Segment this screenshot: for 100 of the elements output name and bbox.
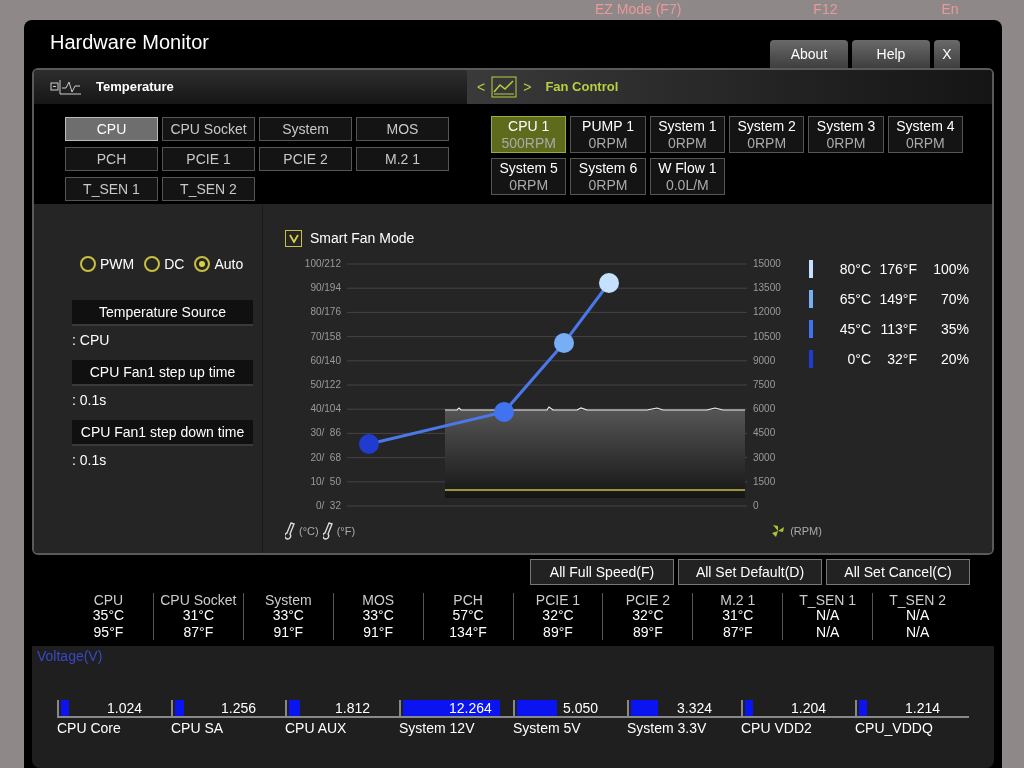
next-arrow[interactable]: >: [523, 77, 532, 97]
radio-label: DC: [164, 255, 185, 274]
check-icon: [288, 233, 299, 243]
voltage-value: 1.204: [791, 700, 827, 716]
fan-tab[interactable]: System 4 0RPM: [887, 116, 963, 153]
celsius-reading: 32°C: [542, 608, 574, 623]
axis-label: 9000: [753, 354, 777, 367]
axis-label: 70/158: [309, 330, 341, 343]
axis-label: 80/176: [309, 306, 341, 319]
fan-tab[interactable]: W Flow 1 0.0L/M: [649, 158, 725, 195]
legend-duty: 100%: [932, 260, 969, 279]
axis-label: 90/194: [309, 282, 341, 295]
sensor-name: T_SEN 1: [799, 593, 857, 608]
rail-name: CPU Core: [57, 719, 122, 738]
checkbox-label: Smart Fan Mode: [310, 229, 415, 248]
action-button[interactable]: All Full Speed(F): [530, 559, 674, 585]
sensor-name: PCIE 2: [625, 593, 671, 608]
axis-label: 13500: [753, 282, 782, 295]
fan-tab[interactable]: PUMP 1 0RPM: [570, 116, 646, 153]
sensor-tab[interactable]: T_SEN 1: [65, 177, 158, 201]
section-title[interactable]: Temperature: [96, 77, 174, 97]
section-title[interactable]: Fan Control: [545, 77, 619, 97]
celsius-reading: N/A: [905, 608, 930, 623]
close-button[interactable]: X: [934, 40, 960, 68]
setting-value: : 0.1s: [72, 451, 108, 470]
setting-button[interactable]: CPU Fan1 step down time: [72, 420, 253, 446]
sensor-name: CPU: [93, 593, 124, 608]
setting-value: : CPU: [72, 331, 111, 350]
voltage-title: Voltage(V): [37, 647, 104, 666]
sensor-name: System: [264, 593, 312, 608]
sensor-tab[interactable]: M.2 1: [356, 147, 449, 171]
curve-point[interactable]: [554, 333, 574, 353]
setting-button[interactable]: CPU Fan1 step up time: [72, 360, 253, 386]
voltage-value: 1.024: [107, 700, 143, 716]
fahrenheit-reading: N/A: [816, 625, 840, 640]
setting-button[interactable]: Temperature Source: [72, 300, 253, 326]
voltage-value: 1.214: [905, 700, 941, 716]
celsius-reading: 31°C: [722, 608, 754, 623]
sensor-tab[interactable]: PCH: [65, 147, 158, 171]
fahrenheit-reading: 95°F: [93, 625, 124, 640]
radio-button[interactable]: [194, 256, 211, 272]
fahrenheit-reading: 134°F: [449, 625, 487, 640]
axis-label: 7500: [753, 378, 777, 391]
setting-value: : 0.1s: [72, 391, 108, 410]
smart-fan-checkbox[interactable]: [285, 229, 302, 247]
axis-label: 10500: [753, 330, 782, 343]
sensor-name: MOS: [362, 593, 395, 608]
sensor-tab[interactable]: CPU: [65, 117, 158, 141]
rail-name: CPU VDD2: [741, 719, 813, 738]
fan-tab[interactable]: System 1 0RPM: [649, 116, 725, 153]
sensor-tab[interactable]: PCIE 1: [162, 147, 255, 171]
header-tab[interactable]: About: [770, 40, 848, 68]
sensor-tab[interactable]: MOS: [356, 117, 449, 141]
voltage-value: 3.324: [677, 700, 713, 716]
axis-label: 1500: [753, 475, 777, 488]
axis-label: 3000: [753, 451, 777, 464]
fahrenheit-reading: N/A: [905, 625, 930, 640]
legend-duty: 35%: [939, 320, 969, 339]
axis-label: 20/ 68: [309, 451, 341, 464]
thermometer-icon: [322, 522, 335, 540]
radio-label: Auto: [214, 255, 244, 274]
action-button[interactable]: All Set Cancel(C): [826, 559, 970, 585]
fahrenheit-reading: 89°F: [633, 625, 663, 640]
radio-button[interactable]: [80, 256, 96, 272]
fahrenheit-reading: 91°F: [273, 625, 304, 640]
axis-label: 10/ 50: [309, 475, 341, 488]
axis-label: 100/212: [303, 258, 341, 270]
fan-tab[interactable]: System 2 0RPM: [729, 116, 805, 153]
sensor-tab[interactable]: CPU Socket: [162, 117, 255, 141]
previous-arrow[interactable]: <: [477, 77, 486, 97]
legend-celsius: 80°C: [838, 260, 871, 279]
axis-label: 4500: [753, 427, 777, 440]
sensor-tab[interactable]: System: [259, 117, 352, 141]
window-title: Hardware Monitor: [50, 30, 209, 55]
rail-name: CPU AUX: [285, 719, 348, 738]
axis-label: 50/122: [309, 378, 341, 391]
axis-label: 15000: [753, 258, 782, 270]
rail-name: System 5V: [513, 719, 582, 738]
axis-label: 0: [753, 499, 760, 512]
fan-tab[interactable]: System 5 0RPM: [491, 158, 567, 195]
rail-name: System 12V: [399, 719, 476, 738]
radio-button[interactable]: [144, 256, 161, 272]
unit-label: (RPM): [790, 523, 822, 539]
fahrenheit-reading: 91°F: [363, 625, 394, 640]
voltage-value: 5.050: [563, 700, 599, 716]
action-button[interactable]: All Set Default(D): [678, 559, 822, 585]
temperature-graph-icon: [50, 79, 82, 95]
legend-duty: 70%: [939, 290, 969, 309]
legend-fahrenheit: 149°F: [878, 290, 917, 309]
curve-point[interactable]: [599, 273, 619, 293]
fan-tab[interactable]: System 6 0RPM: [570, 158, 646, 195]
sensor-tab[interactable]: T_SEN 2: [162, 177, 255, 201]
header-tab[interactable]: Help: [852, 40, 930, 68]
legend-celsius: 45°C: [838, 320, 871, 339]
fan-tab[interactable]: CPU 1 500RPM: [491, 116, 567, 153]
axis-label: 30/ 86: [309, 427, 341, 440]
fan-tab[interactable]: System 3 0RPM: [808, 116, 884, 153]
sensor-tab[interactable]: PCIE 2: [259, 147, 352, 171]
celsius-reading: 57°C: [452, 608, 484, 623]
legend-fahrenheit: 32°F: [886, 350, 917, 369]
